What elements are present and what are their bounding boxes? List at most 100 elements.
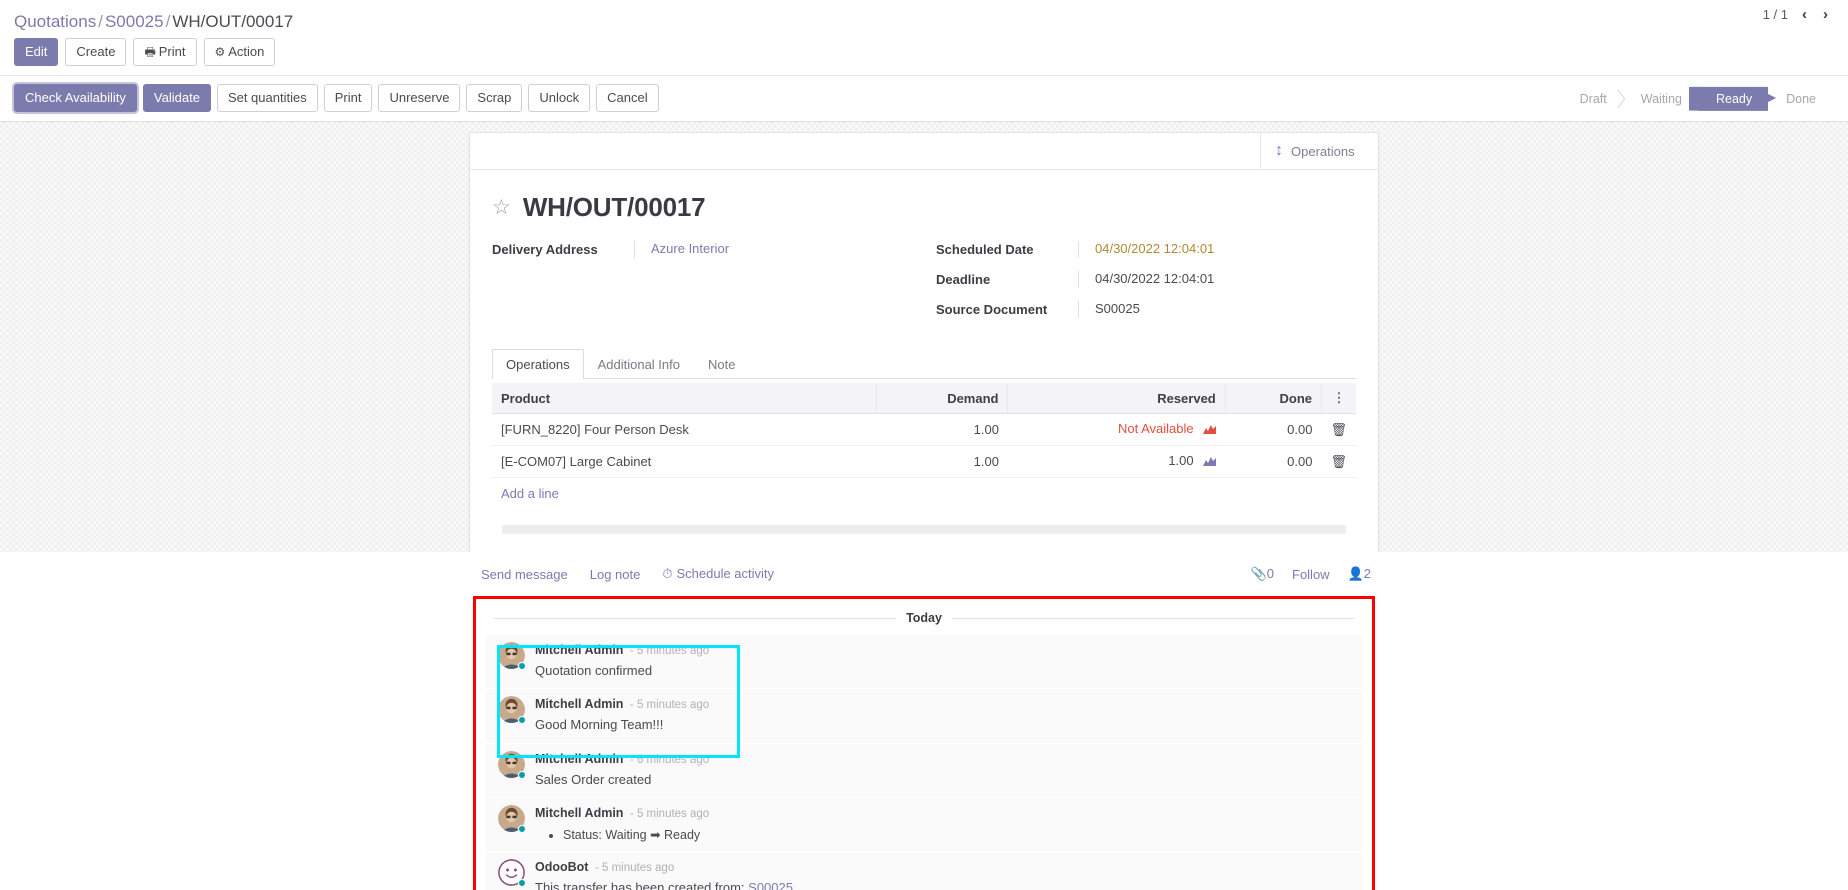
status-step-done[interactable]: Done xyxy=(1768,86,1832,110)
message-thread-highlight-box: Today Mitchell Admin - 5 minutes ago Quo… xyxy=(473,596,1375,890)
list-item[interactable]: Mitchell Admin - 5 minutes ago Status: W… xyxy=(486,798,1362,853)
set-quantities-button[interactable]: Set quantities xyxy=(216,84,318,112)
action-button[interactable]: ⚙ Action xyxy=(203,38,276,66)
tracking-item: Status: Waiting ➡ Ready xyxy=(563,827,1352,842)
print-action-button[interactable]: Print xyxy=(323,84,373,112)
pager: 1 / 1 ‹ › xyxy=(1763,6,1830,23)
status-step-draft[interactable]: Draft xyxy=(1562,86,1623,110)
table-header-row: Product Demand Reserved Done ⋮ xyxy=(492,383,1356,414)
message-timestamp: - 5 minutes ago xyxy=(629,808,710,821)
cell-demand[interactable]: 1.00 xyxy=(876,445,1008,478)
message-author[interactable]: OdooBot xyxy=(535,860,588,874)
add-a-line-button[interactable]: Add a line xyxy=(492,478,1356,511)
cell-demand[interactable]: 1.00 xyxy=(876,413,1008,446)
schedule-activity-label: Schedule activity xyxy=(676,566,775,581)
status-step-ready[interactable]: Ready xyxy=(1697,86,1769,111)
source-document-link[interactable]: S00025 xyxy=(748,880,793,890)
field-value-scheduled-date[interactable]: 04/30/2022 12:04:01 xyxy=(1078,241,1356,258)
title-row: ☆ WH/OUT/00017 xyxy=(492,186,1356,241)
message-author[interactable]: Mitchell Admin xyxy=(535,806,623,820)
table-row[interactable]: [FURN_8220] Four Person Desk 1.00 Not Av… xyxy=(492,413,1356,446)
edit-button[interactable]: Edit xyxy=(14,38,59,66)
field-value-source-document[interactable]: S00025 xyxy=(1078,301,1356,318)
validate-button[interactable]: Validate xyxy=(142,84,211,112)
horizontal-scrollbar[interactable] xyxy=(502,525,1346,534)
tab-operations[interactable]: Operations xyxy=(492,349,584,379)
avatar[interactable] xyxy=(498,642,526,670)
list-item[interactable]: OdooBot - 5 minutes ago This transfer ha… xyxy=(486,852,1362,890)
cell-reserved-value: 1.00 xyxy=(1168,453,1194,468)
followers-count: 2 xyxy=(1363,566,1371,581)
date-separator-line-right xyxy=(951,617,1355,619)
field-value-delivery-address[interactable]: Azure Interior xyxy=(634,241,924,258)
tab-additional-info[interactable]: Additional Info xyxy=(584,349,694,379)
tracking-values: Status: Waiting ➡ Ready xyxy=(535,822,1352,842)
list-item[interactable]: Mitchell Admin - 5 minutes ago Quotation… xyxy=(486,635,1362,690)
avatar[interactable] xyxy=(498,696,526,725)
online-status-dot xyxy=(518,770,526,779)
field-value-deadline[interactable]: 04/30/2022 12:04:01 xyxy=(1078,271,1356,288)
cell-product[interactable]: [E-COM07] Large Cabinet xyxy=(492,445,877,478)
message-text: Sales Order created xyxy=(535,771,652,787)
cancel-button[interactable]: Cancel xyxy=(596,84,659,112)
printer-icon: 🖶 xyxy=(144,45,156,59)
avatar[interactable] xyxy=(498,750,526,779)
column-options-icon[interactable]: ⋮ xyxy=(1321,383,1356,414)
date-separator-label: Today xyxy=(906,611,942,625)
pager-previous-icon[interactable]: ‹ xyxy=(1800,6,1809,23)
message-author[interactable]: Mitchell Admin xyxy=(535,697,623,711)
message-header: Mitchell Admin - 5 minutes ago xyxy=(535,805,1352,822)
form-fields: Delivery Address Azure Interior Schedule… xyxy=(492,241,1356,343)
chatter-toolbar: Send message Log note ⏱ Schedule activity… xyxy=(469,552,1379,592)
pager-counter: 1 / 1 xyxy=(1762,7,1788,22)
cell-done[interactable]: 0.00 xyxy=(1225,445,1322,478)
scrap-button[interactable]: Scrap xyxy=(466,84,523,112)
message-body: Mitchell Admin - 5 minutes ago Good Morn… xyxy=(535,696,1352,733)
print-button[interactable]: 🖶 Print xyxy=(133,38,197,66)
message-timestamp: - 5 minutes ago xyxy=(594,862,675,875)
list-item[interactable]: Mitchell Admin - 5 minutes ago Good Morn… xyxy=(486,689,1362,744)
trash-icon[interactable]: 🗑 xyxy=(1321,445,1356,478)
unlock-button[interactable]: Unlock xyxy=(528,84,591,112)
check-availability-button[interactable]: Check Availability xyxy=(14,84,137,112)
field-delivery-address: Delivery Address Azure Interior xyxy=(492,241,924,258)
message-author[interactable]: Mitchell Admin xyxy=(535,643,623,657)
table-row[interactable]: [E-COM07] Large Cabinet 1.00 1.00 0.00 🗑 xyxy=(492,445,1356,478)
follow-button[interactable]: Follow xyxy=(1292,567,1330,582)
list-item[interactable]: Mitchell Admin - 6 minutes ago Sales Ord… xyxy=(486,743,1362,799)
tab-note[interactable]: Note xyxy=(694,349,749,379)
cell-done[interactable]: 0.00 xyxy=(1225,413,1322,446)
unreserve-button[interactable]: Unreserve xyxy=(378,84,461,112)
breadcrumb-item-s00025[interactable]: S00025 xyxy=(105,12,164,31)
message-body: Mitchell Admin - 6 minutes ago Sales Ord… xyxy=(535,751,1352,788)
avatar[interactable] xyxy=(498,859,526,888)
schedule-activity-button[interactable]: ⏱ Schedule activity xyxy=(662,566,774,582)
message-author[interactable]: Mitchell Admin xyxy=(535,752,623,766)
followers-counter[interactable]: 👤2 xyxy=(1348,566,1371,582)
message-body: Mitchell Admin - 5 minutes ago Quotation… xyxy=(535,642,1352,679)
star-outline-icon[interactable]: ☆ xyxy=(492,197,511,218)
primary-toolbar: Edit Create 🖶 Print ⚙ Action xyxy=(14,38,1834,75)
send-message-button[interactable]: Send message xyxy=(481,567,568,582)
forecast-chart-icon[interactable] xyxy=(1203,423,1217,438)
pager-next-icon[interactable]: › xyxy=(1821,6,1830,23)
cell-reserved[interactable]: Not Available xyxy=(1007,413,1226,446)
column-header-product: Product xyxy=(492,383,878,414)
operations-stat-button[interactable]: ↕ Operations xyxy=(1260,133,1378,169)
breadcrumb-item-quotations[interactable]: Quotations xyxy=(14,12,96,31)
attachments-counter[interactable]: 📎0 xyxy=(1251,566,1274,582)
status-step-waiting[interactable]: Waiting xyxy=(1623,86,1698,110)
message-text: Good Morning Team!!! xyxy=(535,717,664,733)
trash-icon[interactable]: 🗑 xyxy=(1321,413,1356,446)
log-note-button[interactable]: Log note xyxy=(590,567,641,582)
forecast-chart-icon[interactable] xyxy=(1203,455,1217,470)
form-sheet: ↕ Operations ☆ WH/OUT/00017 Delivery Add… xyxy=(469,132,1379,557)
field-scheduled-date: Scheduled Date 04/30/2022 12:04:01 xyxy=(936,241,1356,258)
avatar[interactable] xyxy=(498,805,526,834)
online-status-dot xyxy=(518,662,526,670)
cell-reserved[interactable]: 1.00 xyxy=(1007,445,1226,478)
create-button[interactable]: Create xyxy=(65,38,127,66)
vertical-arrows-icon: ↕ xyxy=(1275,142,1283,159)
user-icon: 👤 xyxy=(1347,566,1364,581)
cell-product[interactable]: [FURN_8220] Four Person Desk xyxy=(492,413,877,446)
